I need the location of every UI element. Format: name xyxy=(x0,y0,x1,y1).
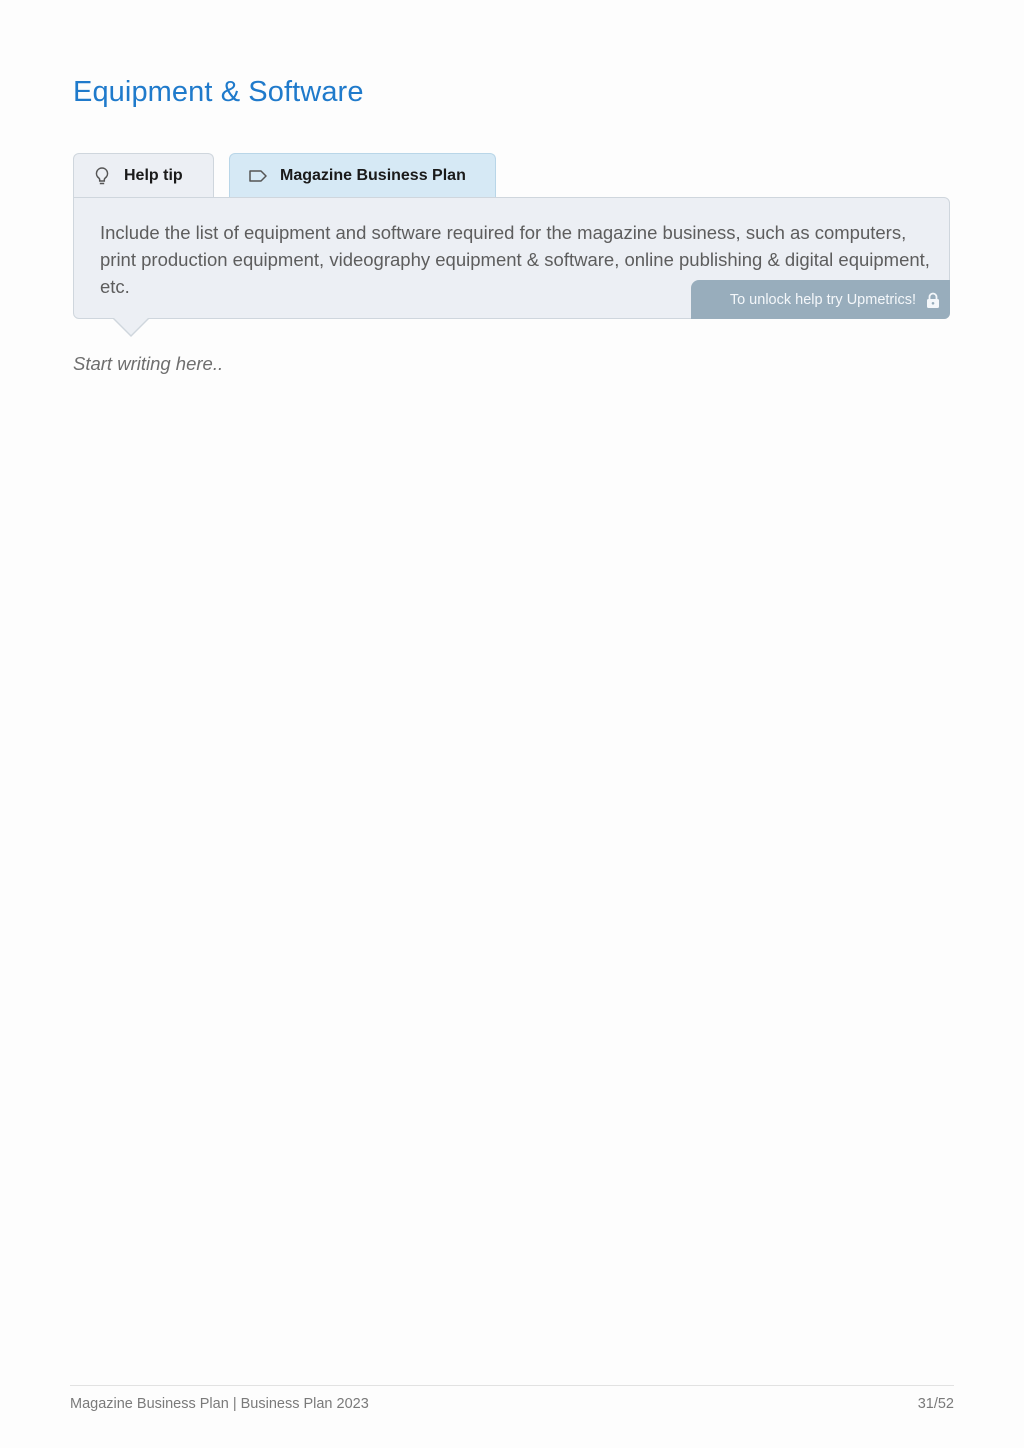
lock-icon xyxy=(926,292,940,308)
tab-magazine-business-plan-label: Magazine Business Plan xyxy=(280,167,466,184)
tab-help-tip[interactable]: Help tip xyxy=(73,153,214,198)
unlock-help-label: To unlock help try Upmetrics! xyxy=(729,291,916,308)
footer-divider xyxy=(70,1385,954,1386)
page-title: Equipment & Software xyxy=(73,76,364,108)
help-panel-pointer-fill xyxy=(113,317,149,335)
footer-page-number: 31/52 xyxy=(917,1396,954,1412)
help-tip-panel: Include the list of equipment and softwa… xyxy=(73,197,950,319)
unlock-help-button[interactable]: To unlock help try Upmetrics! xyxy=(691,280,950,319)
tab-help-tip-label: Help tip xyxy=(124,167,183,184)
lightbulb-icon xyxy=(92,166,112,186)
tag-icon xyxy=(248,166,268,186)
footer-document-title: Magazine Business Plan | Business Plan 2… xyxy=(70,1396,369,1412)
editor-placeholder[interactable]: Start writing here.. xyxy=(73,353,223,375)
tab-magazine-business-plan[interactable]: Magazine Business Plan xyxy=(229,153,496,198)
